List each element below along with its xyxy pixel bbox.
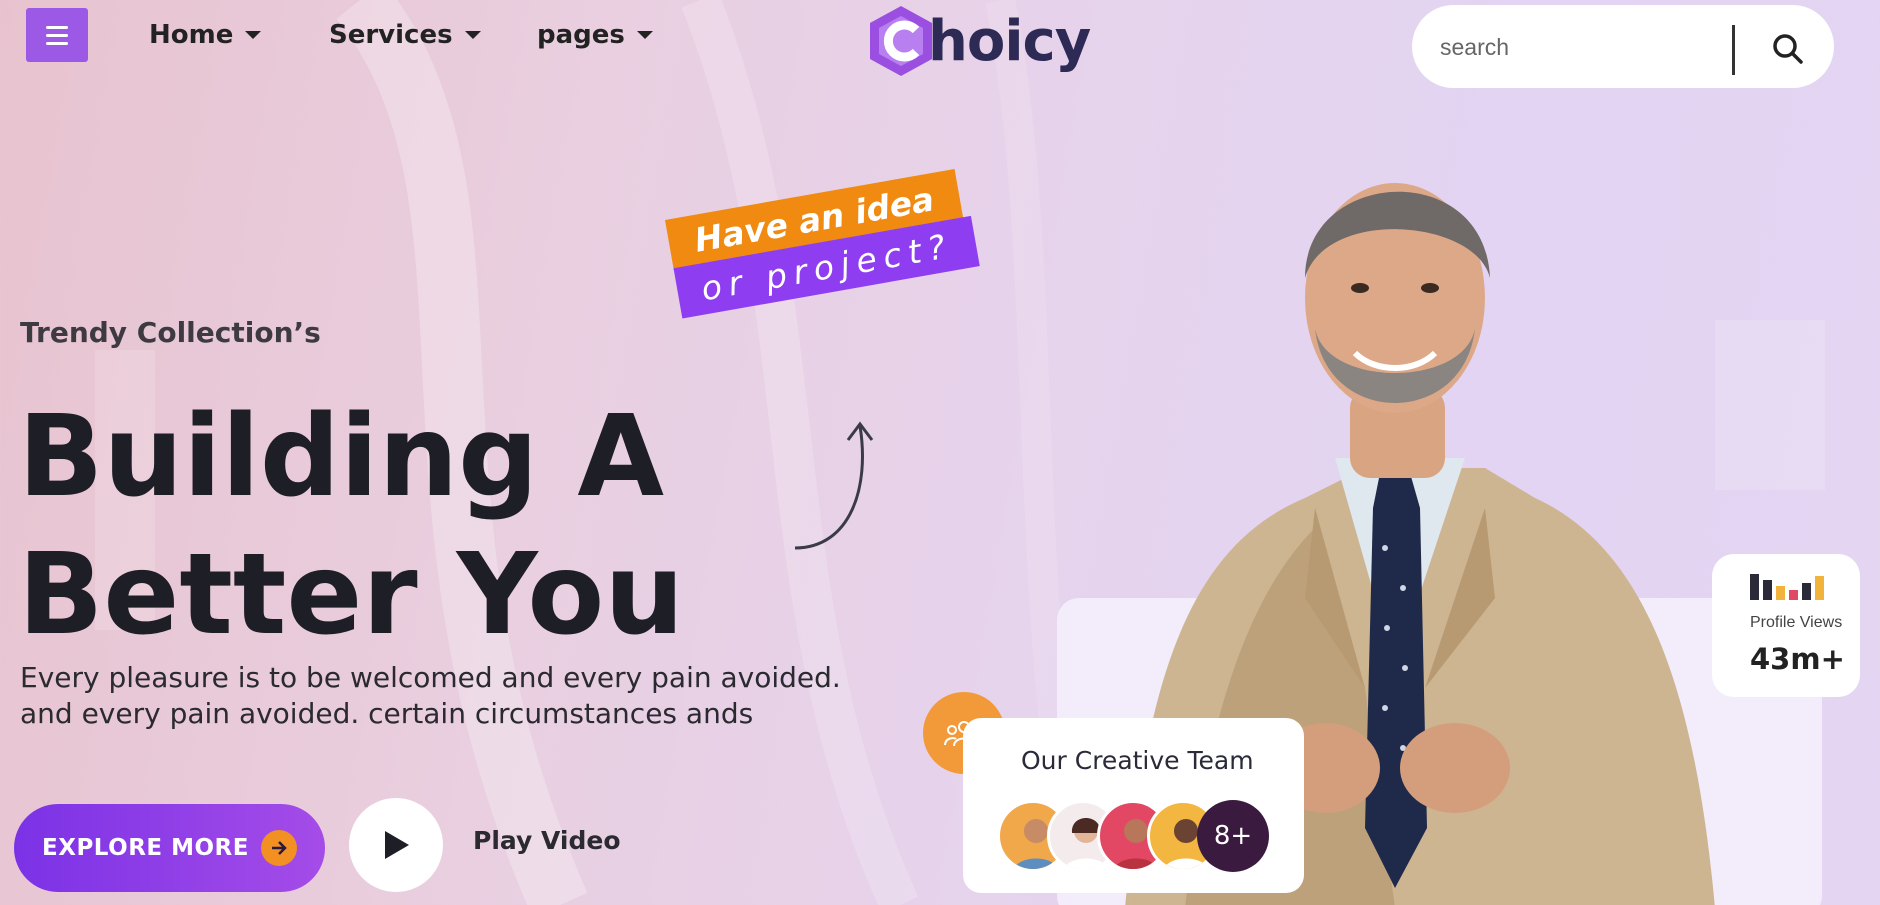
creative-team-card[interactable]: Our Creative Team 8+ — [963, 718, 1304, 893]
search-icon[interactable] — [1770, 31, 1806, 67]
logo-text: hoicy — [928, 8, 1091, 74]
play-video-button[interactable] — [349, 798, 443, 892]
hero-eyebrow: Trendy Collection’s — [20, 316, 321, 349]
hero-description: Every pleasure is to be welcomed and eve… — [20, 660, 850, 732]
profile-views-card: Profile Views 43m+ — [1712, 554, 1860, 697]
profile-views-value: 43m+ — [1750, 642, 1845, 676]
profile-views-label: Profile Views — [1750, 614, 1843, 631]
nav-item-pages[interactable]: pages — [537, 20, 653, 50]
search-divider — [1732, 25, 1735, 75]
nav-item-label: Services — [329, 20, 453, 50]
explore-more-button[interactable]: EXPLORE MORE — [14, 804, 325, 892]
team-avatars: 8+ — [997, 800, 1269, 872]
chevron-down-icon — [245, 31, 262, 39]
play-icon — [385, 831, 409, 859]
search-input[interactable] — [1440, 27, 1710, 67]
more-members-badge[interactable]: 8+ — [1197, 800, 1269, 872]
nav-item-services[interactable]: Services — [329, 20, 481, 50]
nav-item-home[interactable]: Home — [149, 20, 262, 50]
headline-line-2: Better You — [18, 530, 685, 660]
idea-badge: Have an idea or project? — [665, 168, 980, 319]
curved-arrow-icon — [794, 421, 874, 550]
description-line-2: and every pain avoided. certain circumst… — [20, 697, 754, 730]
menu-bar — [46, 41, 68, 45]
bar-chart-icon — [1750, 574, 1824, 600]
nav-item-label: pages — [537, 20, 625, 50]
chevron-down-icon — [464, 31, 481, 39]
nav-item-label: Home — [149, 20, 234, 50]
team-card-title: Our Creative Team — [1021, 746, 1254, 775]
hamburger-menu-button[interactable] — [26, 8, 88, 62]
menu-bar — [46, 25, 68, 29]
hero-headline: Building A Better You — [18, 388, 684, 664]
menu-bar — [46, 33, 68, 37]
play-video-label[interactable]: Play Video — [473, 826, 621, 855]
headline-line-1: Building A — [18, 392, 665, 522]
logo-icon — [870, 6, 932, 76]
description-line-1: Every pleasure is to be welcomed and eve… — [20, 661, 841, 694]
arrow-right-icon — [260, 830, 297, 866]
search-bar — [1412, 5, 1834, 88]
explore-more-label: EXPLORE MORE — [42, 835, 249, 861]
logo[interactable]: hoicy — [866, 4, 1091, 78]
chevron-down-icon — [636, 31, 653, 39]
